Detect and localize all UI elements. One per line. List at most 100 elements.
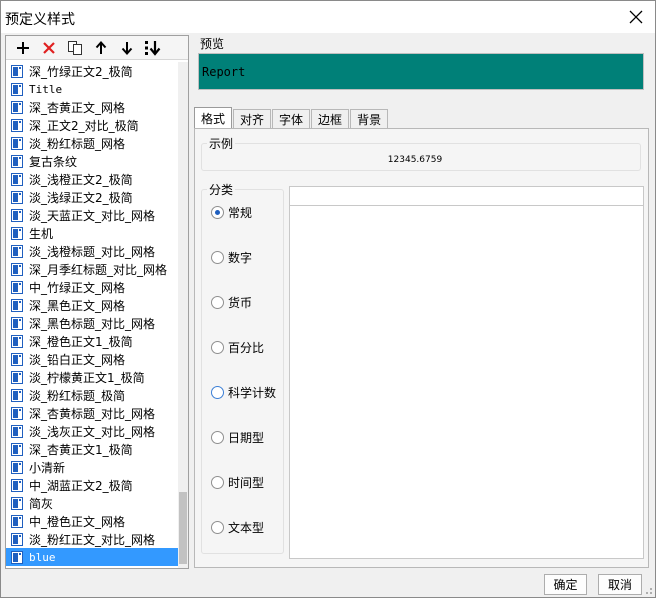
tab-4[interactable]: 背景 xyxy=(350,109,389,129)
list-item[interactable]: 淡_粉红标题_极简 xyxy=(6,386,178,404)
style-icon xyxy=(11,442,23,456)
scroll-thumb[interactable] xyxy=(179,492,187,564)
tab-2[interactable]: 字体 xyxy=(272,109,311,129)
list-item[interactable]: 生机 xyxy=(6,224,178,242)
list-item[interactable]: 小清新 xyxy=(6,458,178,476)
radio-button[interactable] xyxy=(211,296,224,309)
style-icon xyxy=(11,262,23,276)
list-item-label: 深_杏黄标题_对比_网格 xyxy=(29,406,156,421)
move-down-button[interactable] xyxy=(114,37,140,59)
list-item-label: 深_杏黄正文1_极简 xyxy=(29,442,133,457)
list-item[interactable]: 复古条纹 xyxy=(6,152,178,170)
list-item-label: 中_竹绿正文_网格 xyxy=(29,280,126,295)
radio-label: 数字 xyxy=(228,251,253,265)
list-item-label: 深_黑色正文_网格 xyxy=(29,298,126,313)
copy-button[interactable] xyxy=(62,37,88,59)
style-icon xyxy=(11,424,23,438)
list-item[interactable]: blue xyxy=(6,548,178,566)
style-icon xyxy=(11,298,23,312)
radio-button[interactable] xyxy=(211,206,224,219)
list-item[interactable]: Title xyxy=(6,80,178,98)
list-item-label: 深_竹绿正文2_极简 xyxy=(29,64,133,79)
radio-button[interactable] xyxy=(211,431,224,444)
tab-1[interactable]: 对齐 xyxy=(233,109,272,129)
list-item[interactable]: 深_正文2_对比_极简 xyxy=(6,116,178,134)
list-item[interactable]: 中_橙色正文_网格 xyxy=(6,512,178,530)
list-item[interactable]: 深_橙色正文1_极简 xyxy=(6,332,178,350)
list-item[interactable]: 深_黑色正文_网格 xyxy=(6,296,178,314)
list-scrollbar[interactable] xyxy=(178,62,188,568)
format-tab-panel: 示例 12345.6759 分类 常规 数字 货币 百分比 科学计数 日期型 时间型 文本型 xyxy=(194,128,649,568)
style-icon xyxy=(11,550,23,564)
cancel-button[interactable]: 取消 xyxy=(598,574,642,595)
list-item[interactable]: 中_湖蓝正文2_极简 xyxy=(6,476,178,494)
red-x-icon xyxy=(43,41,55,54)
list-item[interactable]: 中_竹绿正文_网格 xyxy=(6,278,178,296)
radio-label: 科学计数 xyxy=(228,386,277,400)
list-item-label: 淡_浅灰正文_对比_网格 xyxy=(29,424,156,439)
list-item[interactable]: 深_杏黄正文_网格 xyxy=(6,98,178,116)
list-item[interactable]: 淡_浅橙标题_对比_网格 xyxy=(6,242,178,260)
category-radio-3[interactable]: 百分比 xyxy=(211,339,264,356)
list-toolbar xyxy=(6,36,188,60)
example-value: 12345.6759 xyxy=(387,155,443,165)
example-label: 示例 xyxy=(207,135,236,152)
tab-0[interactable]: 格式 xyxy=(194,107,233,129)
list-item[interactable]: 淡_铅白正文_网格 xyxy=(6,350,178,368)
list-item[interactable]: 淡_柠檬黄正文1_极简 xyxy=(6,368,178,386)
format-detail-area[interactable] xyxy=(289,206,644,559)
list-item[interactable]: 简灰 xyxy=(6,494,178,512)
list-item[interactable]: 深_黑色标题_对比_网格 xyxy=(6,314,178,332)
close-button[interactable] xyxy=(621,3,651,31)
radio-button[interactable] xyxy=(211,521,224,534)
radio-button[interactable] xyxy=(211,476,224,489)
list-item-label: 复古条纹 xyxy=(29,154,78,169)
preview-text: Report xyxy=(202,65,246,79)
tab-3[interactable]: 边框 xyxy=(311,109,350,129)
category-radio-0[interactable]: 常规 xyxy=(211,204,252,221)
delete-button[interactable] xyxy=(36,37,62,59)
category-radio-1[interactable]: 数字 xyxy=(211,249,252,266)
category-radio-5[interactable]: 日期型 xyxy=(211,429,264,446)
style-list: 深_竹绿正文2_极简 Title 深_杏黄正文_网格 深_正文2_对比_极简 淡_粉红标… xyxy=(6,62,178,568)
radio-button[interactable] xyxy=(211,251,224,264)
style-icon xyxy=(11,244,23,258)
move-up-button[interactable] xyxy=(88,37,114,59)
radio-button[interactable] xyxy=(211,386,224,399)
format-code-input[interactable] xyxy=(289,186,644,206)
list-item[interactable]: 淡_粉红正文_对比_网格 xyxy=(6,530,178,548)
dialog-window: 预定义样式 深_竹绿正文2_极简 Title 深_杏黄正文_网格 深_正文2_对… xyxy=(0,0,656,598)
category-radio-6[interactable]: 时间型 xyxy=(211,474,264,491)
ok-button[interactable]: 确定 xyxy=(544,574,587,595)
preview-label: 预览 xyxy=(200,37,225,51)
style-icon xyxy=(11,280,23,294)
style-list-pane: 深_竹绿正文2_极简 Title 深_杏黄正文_网格 深_正文2_对比_极简 淡_粉红标… xyxy=(5,35,189,569)
list-item[interactable]: 淡_浅绿正文2_极简 xyxy=(6,188,178,206)
resize-grip-icon[interactable] xyxy=(643,585,653,595)
style-icon xyxy=(11,388,23,402)
list-item-label: 深_月季红标题_对比_网格 xyxy=(29,262,168,277)
style-icon xyxy=(11,100,23,114)
list-item[interactable]: 淡_粉红标题_网格 xyxy=(6,134,178,152)
list-item-label: 深_正文2_对比_极简 xyxy=(29,118,139,133)
list-item-label: 中_湖蓝正文2_极简 xyxy=(29,478,133,493)
category-radio-4[interactable]: 科学计数 xyxy=(211,384,276,401)
list-item[interactable]: 淡_浅灰正文_对比_网格 xyxy=(6,422,178,440)
list-item[interactable]: 深_杏黄正文1_极简 xyxy=(6,440,178,458)
list-item[interactable]: 深_杏黄标题_对比_网格 xyxy=(6,404,178,422)
list-item-label: 小清新 xyxy=(29,460,66,475)
list-item[interactable]: 深_月季红标题_对比_网格 xyxy=(6,260,178,278)
style-icon xyxy=(11,190,23,204)
add-button[interactable] xyxy=(10,37,36,59)
list-item[interactable]: 淡_天蓝正文_对比_网格 xyxy=(6,206,178,224)
category-radio-2[interactable]: 货币 xyxy=(211,294,252,311)
title-bar[interactable]: 预定义样式 xyxy=(1,1,655,33)
list-item-label: 中_橙色正文_网格 xyxy=(29,514,126,529)
list-item[interactable]: 深_竹绿正文2_极简 xyxy=(6,62,178,80)
sort-button[interactable] xyxy=(140,37,166,59)
style-icon xyxy=(11,136,23,150)
radio-button[interactable] xyxy=(211,341,224,354)
category-radio-7[interactable]: 文本型 xyxy=(211,519,264,536)
list-item[interactable]: 淡_浅橙正文2_极简 xyxy=(6,170,178,188)
style-icon xyxy=(11,514,23,528)
